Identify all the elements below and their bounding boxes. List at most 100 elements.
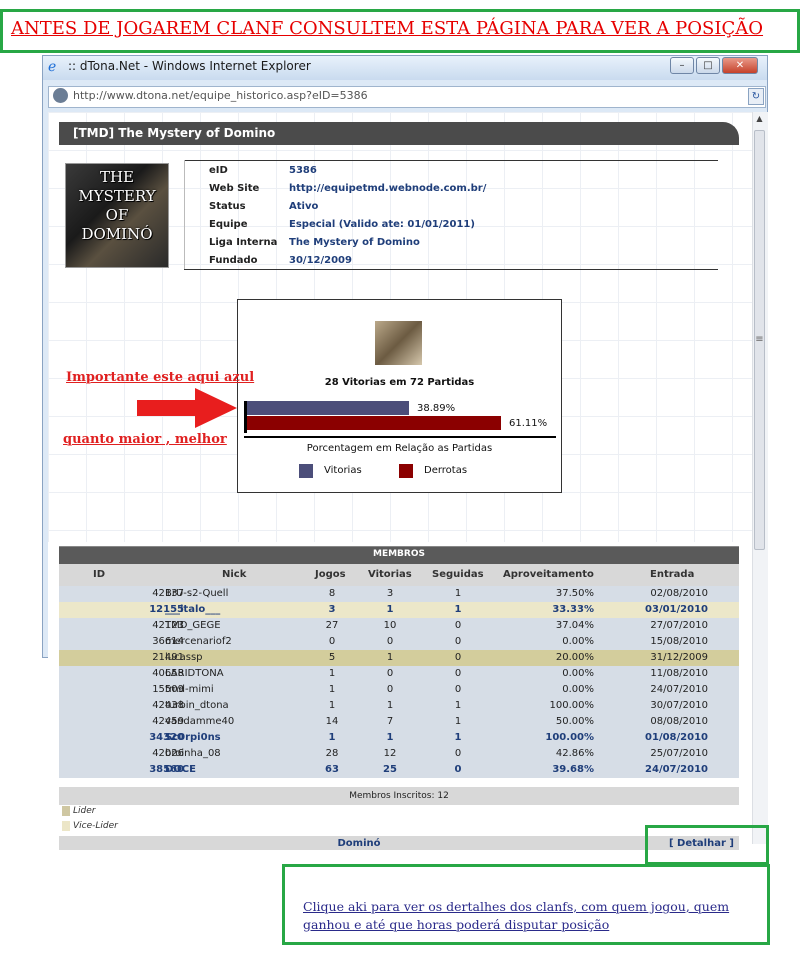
- info-value-fundado: 30/12/2009: [289, 255, 352, 266]
- info-value-eid: 5386: [289, 165, 317, 176]
- member-cell-aprov: 33.33%: [552, 604, 594, 615]
- info-label-eid: eID: [209, 165, 228, 176]
- member-cell-jogos: 3: [328, 604, 336, 615]
- member-cell-vitorias: 0: [386, 668, 394, 679]
- member-cell-aprov: 50.00%: [555, 716, 594, 727]
- member-row[interactable]: 40658 LARIDTONA 1 0 0 0.00% 11/08/2010: [59, 666, 739, 682]
- info-callout-text[interactable]: Clique aki para ver os dertalhes dos cla…: [303, 898, 769, 934]
- member-cell-vitorias: 25: [383, 764, 397, 775]
- member-cell-nick[interactable]: LARIDTONA: [165, 666, 224, 682]
- member-row[interactable]: 42137 BrU-s2-Quell 8 3 1 37.50% 02/08/2010: [59, 586, 739, 602]
- member-row[interactable]: 42123 TMD_GEGE 27 10 0 37.04% 27/07/2010: [59, 618, 739, 634]
- info-value-equipe: Especial (Valido ate: 01/01/2011): [289, 219, 475, 230]
- member-cell-nick[interactable]: BrU-s2-Quell: [165, 586, 228, 602]
- chart-bar-label-derrotas: 61.11%: [509, 418, 548, 429]
- member-cell-vitorias: 3: [386, 588, 394, 599]
- close-button[interactable]: ✕: [722, 57, 758, 74]
- member-cell-vitorias: 1: [386, 652, 394, 663]
- member-row[interactable]: 36614 mercenariof2 0 0 0 0.00% 15/08/2010: [59, 634, 739, 650]
- member-cell-entrada: 24/07/2010: [650, 684, 708, 695]
- member-row[interactable]: 34320 Sc0rpi0ns 1 1 1 100.00% 01/08/2010: [59, 730, 739, 746]
- members-title: MEMBROS: [373, 549, 425, 559]
- member-cell-nick[interactable]: broinha_08: [165, 746, 221, 762]
- info-label-liga: Liga Interna: [209, 237, 278, 248]
- member-cell-aprov: 100.00%: [549, 700, 595, 711]
- member-cell-seguidas: 1: [454, 732, 462, 743]
- member-cell-aprov: 42.86%: [555, 748, 594, 759]
- member-row[interactable]: 42438 turbin_dtona 1 1 1 100.00% 30/07/2010: [59, 698, 739, 714]
- refresh-icon[interactable]: ↻: [748, 88, 764, 105]
- lider-swatch: [62, 806, 70, 816]
- member-cell-entrada: 03/01/2010: [645, 604, 708, 615]
- col-aproveitamento[interactable]: Aproveitamento: [503, 569, 594, 580]
- chart-subtitle: Porcentagem em Relação as Partidas: [306, 443, 493, 454]
- member-cell-nick[interactable]: Sc0rpi0ns: [165, 730, 221, 746]
- scroll-up-icon[interactable]: ▲: [754, 114, 765, 126]
- member-cell-seguidas: 1: [454, 588, 462, 599]
- member-cell-nick[interactable]: turbin_dtona: [165, 698, 229, 714]
- chart-bar-vitorias: [247, 401, 409, 415]
- address-text[interactable]: http://www.dtona.net/equipe_historico.as…: [73, 89, 368, 102]
- maximize-button[interactable]: □: [696, 57, 720, 74]
- scroll-grip-icon: ≡: [755, 334, 764, 345]
- member-cell-nick[interactable]: TMD_GEGE: [165, 618, 221, 634]
- member-row[interactable]: 12155 ___italo___ 3 1 1 33.33% 03/01/2010: [59, 602, 739, 618]
- member-cell-seguidas: 1: [454, 716, 462, 727]
- member-cell-entrada: 15/08/2010: [650, 636, 708, 647]
- member-cell-vitorias: 0: [386, 636, 394, 647]
- member-row[interactable]: 42459 vandamme40 14 7 1 50.00% 08/08/2010: [59, 714, 739, 730]
- top-banner: ANTES DE JOGAREM CLANF CONSULTEM ESTA PÁ…: [0, 9, 800, 53]
- domino-image: [375, 321, 422, 365]
- member-cell-aprov: 39.68%: [552, 764, 594, 775]
- member-cell-nick[interactable]: ___italo___: [165, 602, 220, 618]
- info-label-website: Web Site: [209, 183, 260, 194]
- lider-label: Lider: [73, 806, 96, 816]
- banner-text: ANTES DE JOGAREM CLANF CONSULTEM ESTA PÁ…: [11, 18, 764, 39]
- member-cell-seguidas: 0: [454, 684, 462, 695]
- member-cell-jogos: 1: [328, 684, 336, 695]
- member-cell-jogos: 5: [328, 652, 336, 663]
- member-cell-vitorias: 0: [386, 684, 394, 695]
- member-cell-nick[interactable]: DOCE: [165, 762, 196, 778]
- chart-bar-label-vitorias: 38.89%: [417, 403, 456, 414]
- member-cell-vitorias: 1: [386, 700, 394, 711]
- member-cell-jogos: 1: [328, 732, 336, 743]
- team-name: [TMD] The Mystery of Domino: [73, 126, 276, 140]
- member-cell-aprov: 0.00%: [562, 636, 594, 647]
- col-nick[interactable]: Nick: [222, 569, 246, 580]
- member-cell-nick[interactable]: tmd-mimi: [165, 682, 214, 698]
- info-divider: [184, 269, 718, 270]
- member-cell-entrada: 24/07/2010: [645, 764, 708, 775]
- col-vitorias[interactable]: Vitorias: [368, 569, 412, 580]
- member-cell-nick[interactable]: mercenariof2: [165, 634, 232, 650]
- col-jogos[interactable]: Jogos: [315, 569, 346, 580]
- col-seguidas[interactable]: Seguidas: [432, 569, 484, 580]
- annotation-important: Importante este aqui azul: [66, 370, 255, 385]
- member-cell-nick[interactable]: vandamme40: [165, 714, 234, 730]
- legend-label-vitorias: Vitorias: [324, 465, 362, 476]
- member-cell-vitorias: 1: [386, 604, 394, 615]
- member-cell-entrada: 30/07/2010: [650, 700, 708, 711]
- col-id[interactable]: ID: [93, 569, 105, 580]
- member-cell-jogos: 28: [325, 748, 339, 759]
- info-value-status: Ativo: [289, 201, 319, 212]
- member-cell-seguidas: 0: [454, 636, 462, 647]
- info-label-fundado: Fundado: [209, 255, 258, 266]
- annotation-bigger: quanto maior , melhor: [63, 432, 227, 447]
- member-cell-entrada: 02/08/2010: [650, 588, 708, 599]
- member-cell-seguidas: 0: [454, 652, 462, 663]
- website-link[interactable]: http://equipetmd.webnode.com.br/: [289, 183, 486, 194]
- member-row[interactable]: 21491 lucassp 5 1 0 20.00% 31/12/2009: [59, 650, 739, 666]
- member-cell-vitorias: 10: [383, 620, 397, 631]
- col-entrada[interactable]: Entrada: [650, 569, 694, 580]
- member-row[interactable]: 38560 DOCE 63 25 0 39.68% 24/07/2010: [59, 762, 739, 778]
- member-cell-aprov: 0.00%: [562, 684, 594, 695]
- minimize-button[interactable]: –: [670, 57, 694, 74]
- member-cell-nick[interactable]: lucassp: [165, 650, 203, 666]
- detalhar-highlight-box: [645, 825, 769, 865]
- member-row[interactable]: 15509 tmd-mimi 1 0 0 0.00% 24/07/2010: [59, 682, 739, 698]
- member-cell-jogos: 14: [325, 716, 339, 727]
- member-cell-seguidas: 0: [454, 620, 462, 631]
- footer-domino-link[interactable]: Dominó: [59, 838, 659, 849]
- member-row[interactable]: 42026 broinha_08 28 12 0 42.86% 25/07/2010: [59, 746, 739, 762]
